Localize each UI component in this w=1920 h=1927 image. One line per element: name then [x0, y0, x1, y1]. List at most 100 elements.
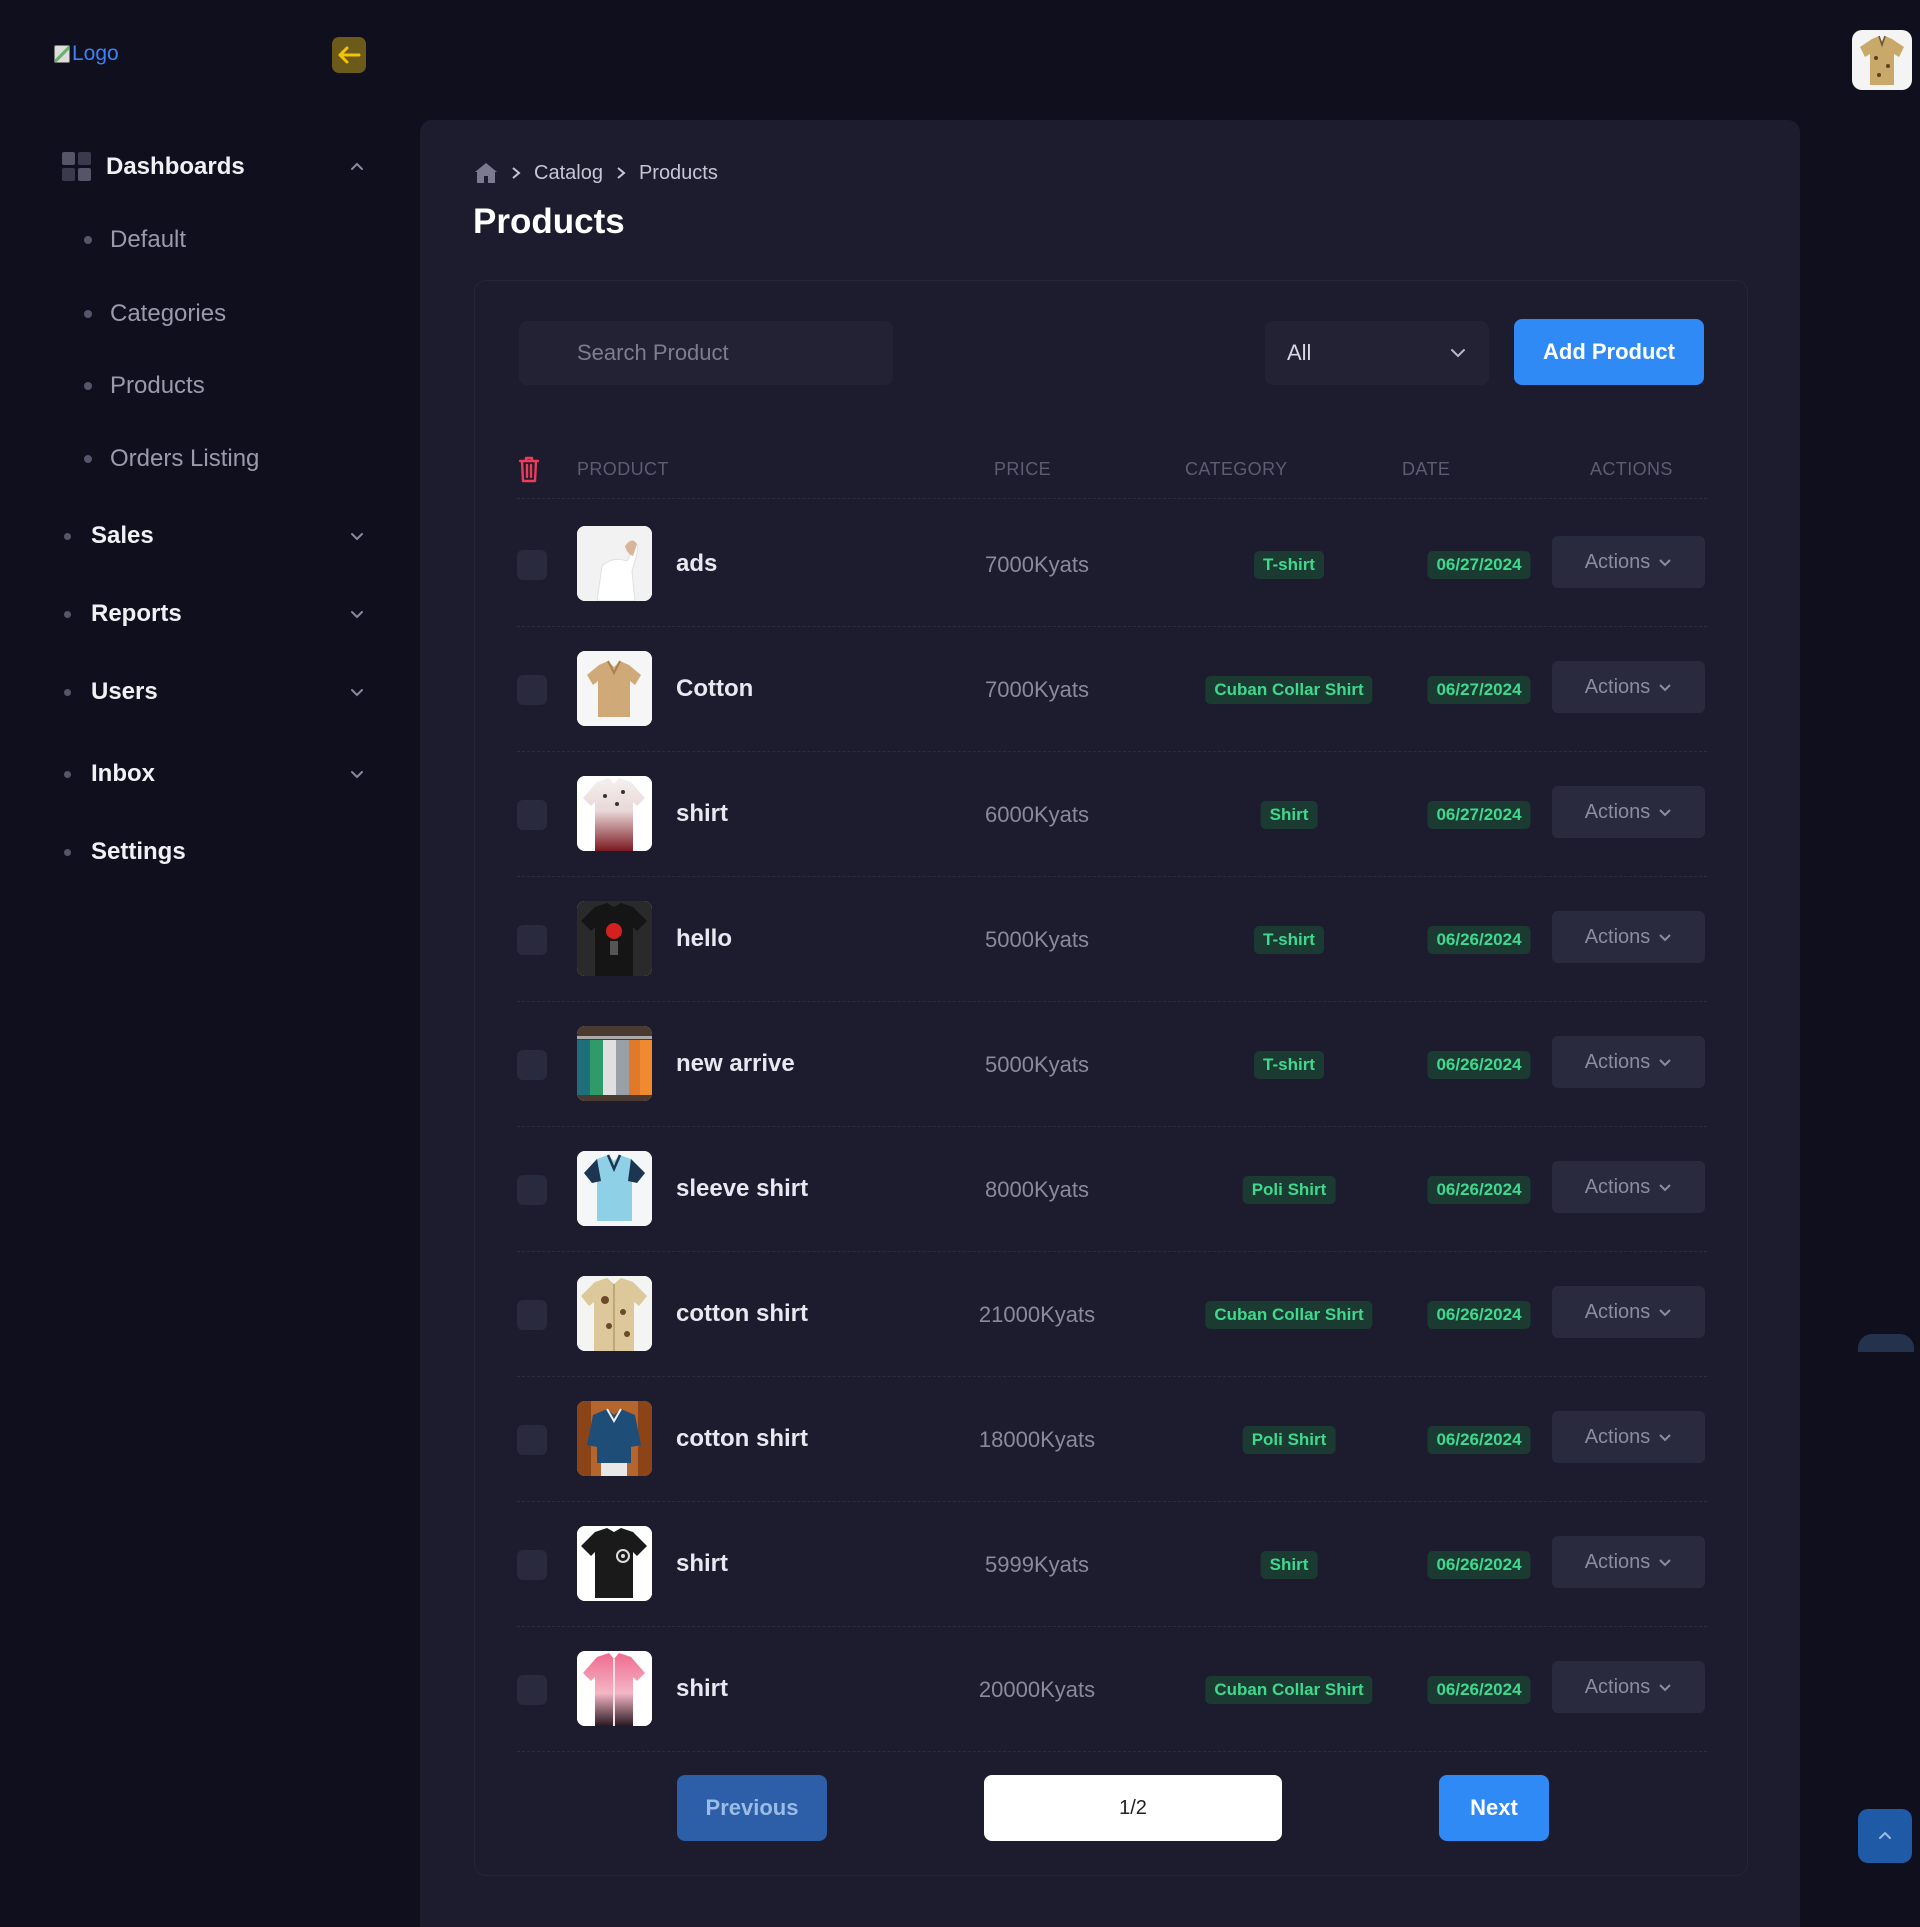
chevron-down-icon	[1659, 1309, 1672, 1317]
previous-page-button[interactable]: Previous	[677, 1775, 827, 1841]
date-badge: 06/27/2024	[1427, 676, 1531, 704]
actions-dropdown-button[interactable]: Actions	[1552, 1661, 1705, 1713]
nav-reports[interactable]: Reports	[64, 594, 366, 634]
nav-settings-label: Settings	[91, 838, 186, 865]
category-filter-value: All	[1287, 340, 1312, 365]
trash-icon[interactable]	[517, 455, 541, 483]
actions-dropdown-button[interactable]: Actions	[1552, 1036, 1705, 1088]
product-image-navy-polo-model	[577, 1401, 652, 1476]
nav-sales[interactable]: Sales	[64, 516, 366, 556]
row-checkbox[interactable]	[517, 800, 547, 830]
sidebar-item-default[interactable]: Default	[84, 222, 186, 258]
breadcrumb-catalog[interactable]: Catalog	[534, 162, 603, 185]
breadcrumb-products: Products	[638, 161, 718, 184]
actions-dropdown-button[interactable]: Actions	[1552, 1536, 1705, 1588]
chevron-up-icon	[1879, 1831, 1891, 1839]
actions-label: Actions	[1584, 675, 1651, 698]
product-price: 20000Kyats	[978, 1677, 1096, 1702]
date-badge: 06/26/2024	[1427, 926, 1531, 954]
product-name[interactable]: cotton shirt	[676, 1300, 808, 1328]
chevron-down-icon	[1659, 559, 1672, 567]
actions-dropdown-button[interactable]: Actions	[1552, 661, 1705, 713]
actions-label: Actions	[1584, 1050, 1651, 1073]
sidebar-item-categories[interactable]: Categories	[84, 296, 226, 332]
sidebar-item-label: Categories	[110, 300, 227, 327]
home-icon[interactable]	[474, 162, 498, 184]
bullet-icon	[84, 455, 92, 463]
product-name[interactable]: Cotton	[676, 675, 753, 703]
row-checkbox[interactable]	[517, 925, 547, 955]
table-row: cotton shirt 21000Kyats Cuban Collar Shi…	[517, 1252, 1707, 1377]
dashboard-grid-icon	[62, 152, 92, 182]
chevron-down-icon	[1659, 1559, 1672, 1567]
avatar[interactable]	[1852, 30, 1912, 90]
actions-label: Actions	[1584, 800, 1651, 823]
actions-label: Actions	[1584, 1425, 1651, 1448]
sidebar: Logo Dashboards Default Categories Produ…	[0, 0, 420, 1927]
product-name[interactable]: cotton shirt	[676, 1425, 808, 1453]
sidebar-item-label: Orders Listing	[110, 445, 260, 472]
actions-dropdown-button[interactable]: Actions	[1552, 911, 1705, 963]
category-badge: T-shirt	[1254, 926, 1324, 954]
header-product: PRODUCT	[577, 459, 669, 479]
category-filter-select[interactable]: All	[1265, 321, 1489, 385]
row-checkbox[interactable]	[517, 1300, 547, 1330]
bullet-icon	[84, 310, 92, 318]
nav-reports-label: Reports	[91, 600, 182, 627]
sidebar-item-orders-listing[interactable]: Orders Listing	[84, 441, 259, 477]
scroll-to-top-button[interactable]	[1858, 1809, 1912, 1863]
sidebar-item-products[interactable]: Products	[84, 368, 205, 404]
product-name[interactable]: ads	[676, 550, 717, 578]
table-row: shirt 5999Kyats Shirt 06/26/2024 Actions	[517, 1502, 1707, 1627]
add-product-button[interactable]: Add Product	[1514, 319, 1704, 385]
row-checkbox[interactable]	[517, 1675, 547, 1705]
row-checkbox[interactable]	[517, 1175, 547, 1205]
sidebar-item-label: Default	[110, 226, 187, 253]
row-checkbox[interactable]	[517, 1425, 547, 1455]
row-checkbox[interactable]	[517, 1550, 547, 1580]
actions-label: Actions	[1584, 1675, 1651, 1698]
category-badge: Poli Shirt	[1242, 1426, 1336, 1454]
row-checkbox[interactable]	[517, 550, 547, 580]
product-image-white-tshirt	[577, 526, 652, 601]
actions-dropdown-button[interactable]: Actions	[1552, 1286, 1705, 1338]
product-name[interactable]: hello	[676, 925, 732, 953]
product-name[interactable]: new arrive	[676, 1050, 795, 1078]
product-price: 7000Kyats	[985, 552, 1089, 577]
product-name[interactable]: shirt	[676, 800, 728, 828]
row-checkbox[interactable]	[517, 675, 547, 705]
product-price: 7000Kyats	[985, 677, 1089, 702]
actions-label: Actions	[1584, 550, 1651, 573]
date-badge: 06/26/2024	[1427, 1426, 1531, 1454]
product-name[interactable]: sleeve shirt	[676, 1175, 808, 1203]
nav-dashboards[interactable]: Dashboards	[62, 148, 366, 186]
header-price: PRICE	[994, 459, 1052, 479]
actions-label: Actions	[1584, 1175, 1651, 1198]
nav-settings[interactable]: Settings	[64, 832, 366, 872]
product-price: 5000Kyats	[985, 927, 1089, 952]
next-page-button[interactable]: Next	[1439, 1775, 1549, 1841]
side-panel-tab[interactable]	[1858, 1334, 1914, 1352]
actions-dropdown-button[interactable]: Actions	[1552, 1411, 1705, 1463]
row-checkbox[interactable]	[517, 1050, 547, 1080]
collapse-sidebar-button[interactable]	[332, 37, 366, 73]
search-input[interactable]	[519, 321, 893, 385]
actions-dropdown-button[interactable]: Actions	[1552, 786, 1705, 838]
logo[interactable]: Logo	[54, 42, 119, 66]
bullet-icon	[84, 382, 92, 390]
nav-users[interactable]: Users	[64, 672, 366, 712]
actions-dropdown-button[interactable]: Actions	[1552, 536, 1705, 588]
product-name[interactable]: shirt	[676, 1550, 728, 1578]
product-image-black-graphic-tshirt	[577, 901, 652, 976]
nav-sales-label: Sales	[91, 522, 154, 549]
products-card: All Add Product PRODUCT PRICE CATEGORY D…	[474, 280, 1748, 1876]
chevron-down-icon	[1659, 1434, 1672, 1442]
table-row: sleeve shirt 8000Kyats Poli Shirt 06/26/…	[517, 1127, 1707, 1252]
product-name[interactable]: shirt	[676, 1675, 728, 1703]
nav-inbox[interactable]: Inbox	[64, 754, 366, 794]
nav-dashboards-label: Dashboards	[106, 153, 245, 180]
product-image-beige-print-shirt	[577, 1276, 652, 1351]
category-badge: Poli Shirt	[1242, 1176, 1336, 1204]
chevron-right-icon	[617, 167, 626, 179]
actions-dropdown-button[interactable]: Actions	[1552, 1161, 1705, 1213]
